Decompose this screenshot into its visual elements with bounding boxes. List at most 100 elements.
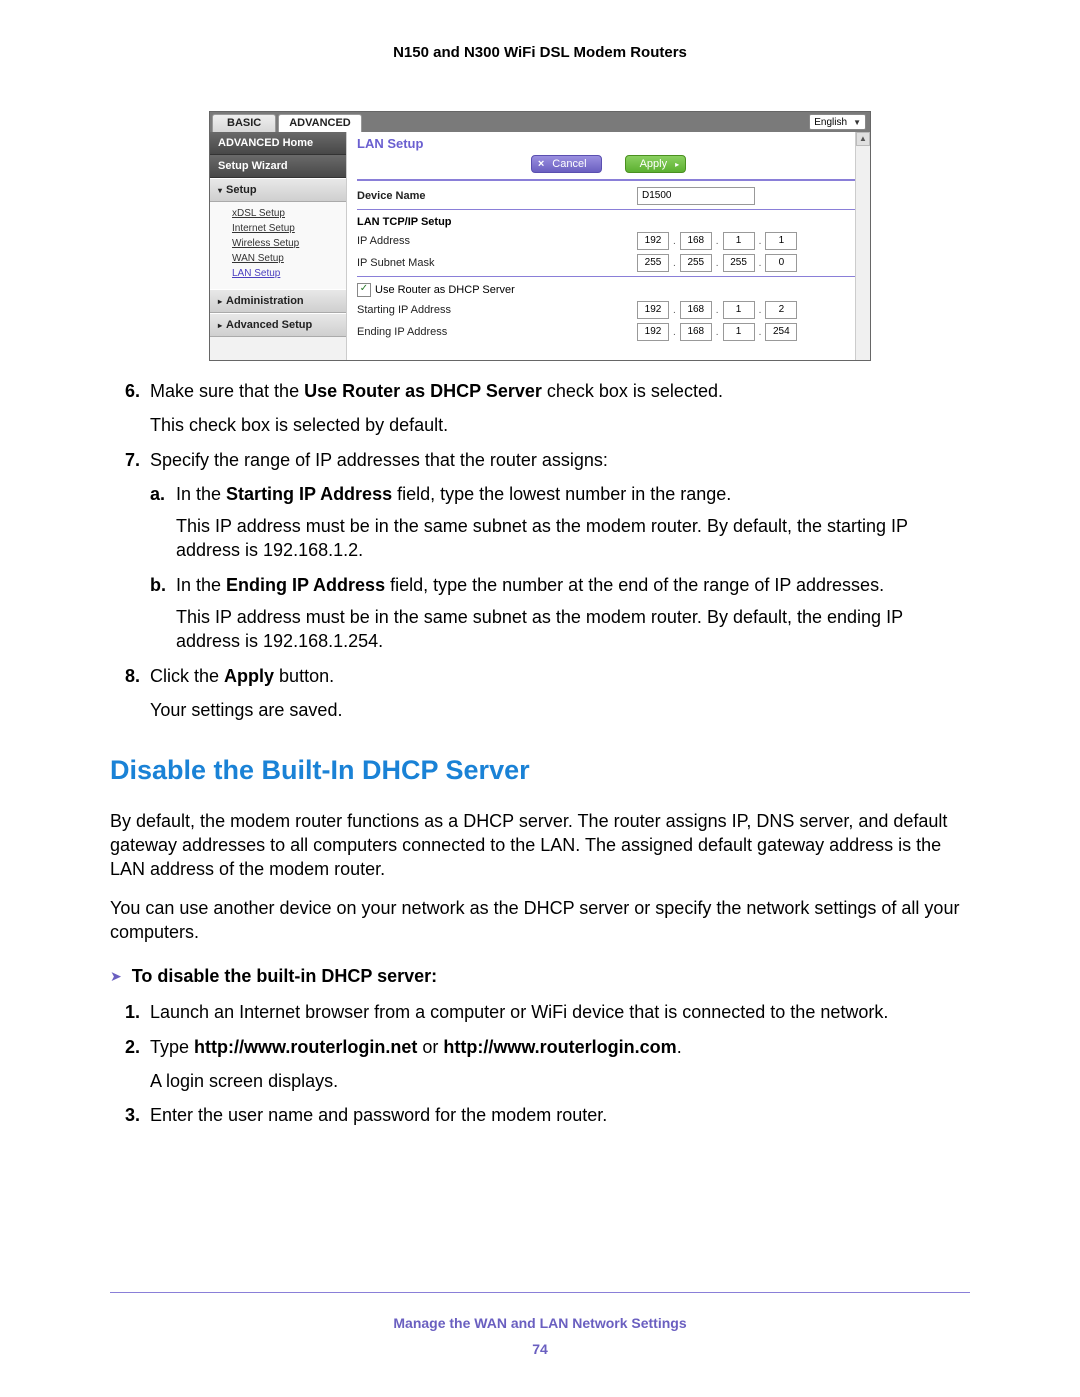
- triangle-right-icon: ▸: [218, 297, 222, 306]
- page-footer: Manage the WAN and LAN Network Settings …: [0, 1315, 1080, 1357]
- proc-step-3: 3. Enter the user name and password for …: [110, 1103, 970, 1127]
- end-ip-label: Ending IP Address: [357, 326, 637, 338]
- row-device-name: Device Name D1500: [357, 187, 860, 205]
- subnet-octet-2[interactable]: 255: [680, 254, 712, 272]
- sidebar-item-lan[interactable]: LAN Setup: [232, 268, 338, 279]
- paragraph-1: By default, the modem router functions a…: [110, 809, 970, 882]
- substep-letter: b.: [150, 573, 176, 597]
- scroll-up-icon[interactable]: ▲: [856, 132, 870, 146]
- divider: [357, 209, 860, 210]
- end-ip-octet-3[interactable]: 1: [723, 323, 755, 341]
- procedure-title: To disable the built-in DHCP server:: [132, 964, 437, 988]
- sidebar-advanced-home[interactable]: ADVANCED Home: [210, 132, 346, 155]
- proc-step-1: 1. Launch an Internet browser from a com…: [110, 1000, 970, 1024]
- subnet-input-group: 255. 255. 255. 0: [637, 254, 860, 272]
- sidebar-setup-wizard[interactable]: Setup Wizard: [210, 155, 346, 178]
- apply-button[interactable]: Apply▸: [625, 155, 687, 173]
- tab-basic[interactable]: BASIC: [212, 114, 276, 132]
- sidebar-setup[interactable]: ▾Setup: [210, 178, 346, 202]
- row-dhcp-checkbox: ✓ Use Router as DHCP Server: [357, 283, 860, 297]
- top-bar: BASIC ADVANCED English ▼: [210, 112, 870, 132]
- end-ip-input-group: 192. 168. 1. 254: [637, 323, 860, 341]
- sidebar-item-wireless[interactable]: Wireless Setup: [232, 238, 338, 249]
- tab-advanced[interactable]: ADVANCED: [278, 114, 362, 132]
- step-number: 1.: [110, 1000, 150, 1024]
- arrow-right-icon: ▸: [675, 160, 679, 169]
- chevron-down-icon: ▼: [853, 118, 861, 127]
- step-7a: a. In the Starting IP Address field, typ…: [150, 482, 970, 506]
- substep-letter: a.: [150, 482, 176, 506]
- step-7a-note: This IP address must be in the same subn…: [176, 514, 970, 563]
- end-ip-octet-4[interactable]: 254: [765, 323, 797, 341]
- sidebar-item-xdsl[interactable]: xDSL Setup: [232, 208, 338, 219]
- lan-tcpip-heading: LAN TCP/IP Setup: [357, 216, 860, 228]
- ip-octet-3[interactable]: 1: [723, 232, 755, 250]
- subnet-octet-4[interactable]: 0: [765, 254, 797, 272]
- step-6: 6. Make sure that the Use Router as DHCP…: [110, 379, 970, 438]
- sidebar-item-internet[interactable]: Internet Setup: [232, 223, 338, 234]
- step-8-note: Your settings are saved.: [150, 698, 970, 722]
- step-number: 2.: [110, 1035, 150, 1094]
- ip-address-input-group: 192. 168. 1. 1: [637, 232, 860, 250]
- sidebar-administration[interactable]: ▸Administration: [210, 289, 346, 313]
- ip-address-label: IP Address: [357, 235, 637, 247]
- dhcp-checkbox-label: Use Router as DHCP Server: [375, 284, 515, 296]
- footer-divider: [110, 1292, 970, 1293]
- sidebar: ADVANCED Home Setup Wizard ▾Setup xDSL S…: [210, 132, 347, 360]
- step-number: 7.: [110, 448, 150, 654]
- row-end-ip: Ending IP Address 192. 168. 1. 254: [357, 323, 860, 341]
- end-ip-octet-2[interactable]: 168: [680, 323, 712, 341]
- language-select[interactable]: English ▼: [809, 114, 866, 130]
- language-label: English: [814, 117, 847, 128]
- subnet-octet-3[interactable]: 255: [723, 254, 755, 272]
- proc-step-2-note: A login screen displays.: [150, 1069, 970, 1093]
- start-ip-octet-1[interactable]: 192: [637, 301, 669, 319]
- router-ui-screenshot: BASIC ADVANCED English ▼ ADVANCED Home S…: [209, 111, 871, 361]
- cancel-button[interactable]: ×Cancel: [531, 155, 602, 173]
- footer-title: Manage the WAN and LAN Network Settings: [0, 1315, 1080, 1331]
- start-ip-label: Starting IP Address: [357, 304, 637, 316]
- divider: [357, 276, 860, 277]
- step-7: 7. Specify the range of IP addresses tha…: [110, 448, 970, 654]
- proc-step-2: 2. Type http://www.routerlogin.net or ht…: [110, 1035, 970, 1094]
- step-number: 8.: [110, 664, 150, 723]
- instruction-body: 6. Make sure that the Use Router as DHCP…: [110, 379, 970, 1128]
- triangle-right-icon: ▸: [218, 321, 222, 330]
- scrollbar[interactable]: ▲: [855, 132, 870, 360]
- device-name-label: Device Name: [357, 190, 637, 202]
- section-heading: Disable the Built-In DHCP Server: [110, 752, 970, 788]
- start-ip-octet-3[interactable]: 1: [723, 301, 755, 319]
- procedure-heading: ➤ To disable the built-in DHCP server:: [110, 964, 970, 988]
- sidebar-advanced-setup[interactable]: ▸Advanced Setup: [210, 313, 346, 337]
- ip-octet-2[interactable]: 168: [680, 232, 712, 250]
- start-ip-octet-4[interactable]: 2: [765, 301, 797, 319]
- start-ip-octet-2[interactable]: 168: [680, 301, 712, 319]
- row-subnet: IP Subnet Mask 255. 255. 255. 0: [357, 254, 860, 272]
- sidebar-setup-submenu: xDSL Setup Internet Setup Wireless Setup…: [210, 202, 346, 289]
- row-start-ip: Starting IP Address 192. 168. 1. 2: [357, 301, 860, 319]
- step-7b-note: This IP address must be in the same subn…: [176, 605, 970, 654]
- paragraph-2: You can use another device on your netwo…: [110, 896, 970, 945]
- document-header: N150 and N300 WiFi DSL Modem Routers: [110, 44, 970, 61]
- close-icon: ×: [538, 158, 544, 170]
- ip-octet-4[interactable]: 1: [765, 232, 797, 250]
- chevron-right-icon: ➤: [110, 967, 122, 986]
- dhcp-checkbox[interactable]: ✓: [357, 283, 371, 297]
- content-pane: LAN Setup ×Cancel Apply▸ Device Name D15…: [347, 132, 870, 360]
- row-ip-address: IP Address 192. 168. 1. 1: [357, 232, 860, 250]
- content-title: LAN Setup: [357, 136, 860, 151]
- subnet-octet-1[interactable]: 255: [637, 254, 669, 272]
- step-7b: b. In the Ending IP Address field, type …: [150, 573, 970, 597]
- step-8: 8. Click the Apply button. Your settings…: [110, 664, 970, 723]
- start-ip-input-group: 192. 168. 1. 2: [637, 301, 860, 319]
- divider: [357, 179, 860, 181]
- step-6-note: This check box is selected by default.: [150, 413, 970, 437]
- sidebar-item-wan[interactable]: WAN Setup: [232, 253, 338, 264]
- triangle-down-icon: ▾: [218, 186, 222, 195]
- page-number: 74: [0, 1341, 1080, 1357]
- ip-octet-1[interactable]: 192: [637, 232, 669, 250]
- subnet-label: IP Subnet Mask: [357, 257, 637, 269]
- device-name-input[interactable]: D1500: [637, 187, 755, 205]
- step-number: 3.: [110, 1103, 150, 1127]
- end-ip-octet-1[interactable]: 192: [637, 323, 669, 341]
